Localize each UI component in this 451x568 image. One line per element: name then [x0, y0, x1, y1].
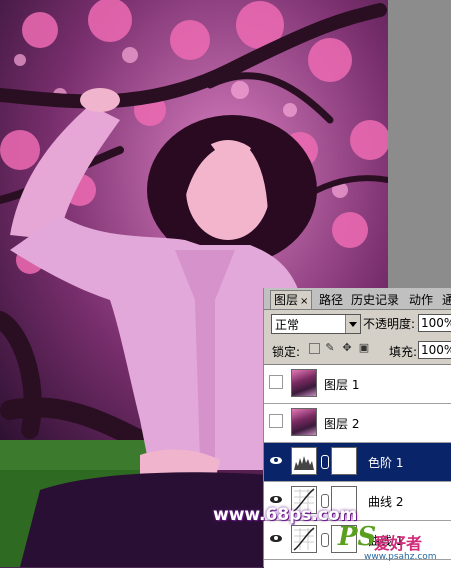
logo-cn-text: 爱好者 — [374, 534, 423, 553]
tab-more[interactable]: 通 — [439, 291, 451, 309]
panel-tabs: 图层 × 路径 历史记录 动作 通 — [264, 288, 451, 310]
move-icon[interactable]: ✥ — [341, 342, 353, 354]
opacity-field[interactable]: 100% — [418, 314, 451, 332]
brush-icon[interactable]: ✎ — [324, 342, 336, 354]
tab-layers-label: 图层 — [274, 293, 299, 307]
layer-row-levels[interactable]: 色阶 1 — [264, 443, 451, 482]
eye-icon[interactable] — [269, 531, 283, 545]
fill-field[interactable]: 100% — [418, 341, 451, 359]
visibility-off-icon[interactable] — [269, 414, 283, 428]
eye-icon[interactable] — [269, 492, 283, 506]
lock-row: 锁定: ✎ ✥ ▣ 填充: 100% — [268, 340, 451, 360]
layer-thumbnail — [291, 408, 317, 436]
layer-name: 色阶 1 — [368, 456, 404, 470]
blend-row: 正常 不透明度: 100% — [268, 314, 451, 334]
blend-mode-select[interactable]: 正常 — [271, 314, 361, 334]
logo-ps-text: PS — [338, 522, 377, 552]
layer-name: 图层 1 — [324, 378, 360, 392]
lock-label: 锁定: — [272, 345, 301, 359]
visibility-off-icon[interactable] — [269, 375, 283, 389]
logo-url-text: www.psahz.com — [364, 552, 437, 562]
tab-actions[interactable]: 动作 — [406, 291, 436, 309]
layer-mask-thumbnail[interactable] — [331, 447, 357, 475]
tab-history[interactable]: 历史记录 — [348, 291, 402, 309]
psahz-logo: PS 爱好者 www.psahz.com — [338, 522, 451, 567]
fill-label: 填充: — [389, 345, 418, 359]
close-icon[interactable]: × — [300, 296, 308, 307]
canvas-gray-background — [388, 0, 451, 290]
eye-icon[interactable] — [269, 453, 283, 467]
layer-name: 曲线 2 — [368, 495, 404, 509]
layer-row-2[interactable]: 图层 2 — [264, 404, 451, 443]
lock-transparency-icon[interactable] — [309, 343, 320, 354]
opacity-label: 不透明度: — [363, 317, 416, 331]
layer-thumbnail — [291, 369, 317, 397]
curves-adjustment-icon — [291, 525, 317, 553]
blend-mode-value: 正常 — [275, 318, 300, 332]
link-icon[interactable] — [321, 455, 329, 469]
layer-row-1[interactable]: 图层 1 — [264, 365, 451, 404]
levels-adjustment-icon — [291, 447, 317, 475]
lock-icon[interactable]: ▣ — [358, 342, 370, 354]
watermark-68ps: www.68ps.com — [213, 505, 358, 525]
tab-paths[interactable]: 路径 — [316, 291, 346, 309]
chevron-down-icon[interactable] — [345, 315, 360, 333]
link-icon[interactable] — [321, 533, 329, 547]
layer-name: 图层 2 — [324, 417, 360, 431]
tab-layers[interactable]: 图层 × — [270, 290, 313, 309]
